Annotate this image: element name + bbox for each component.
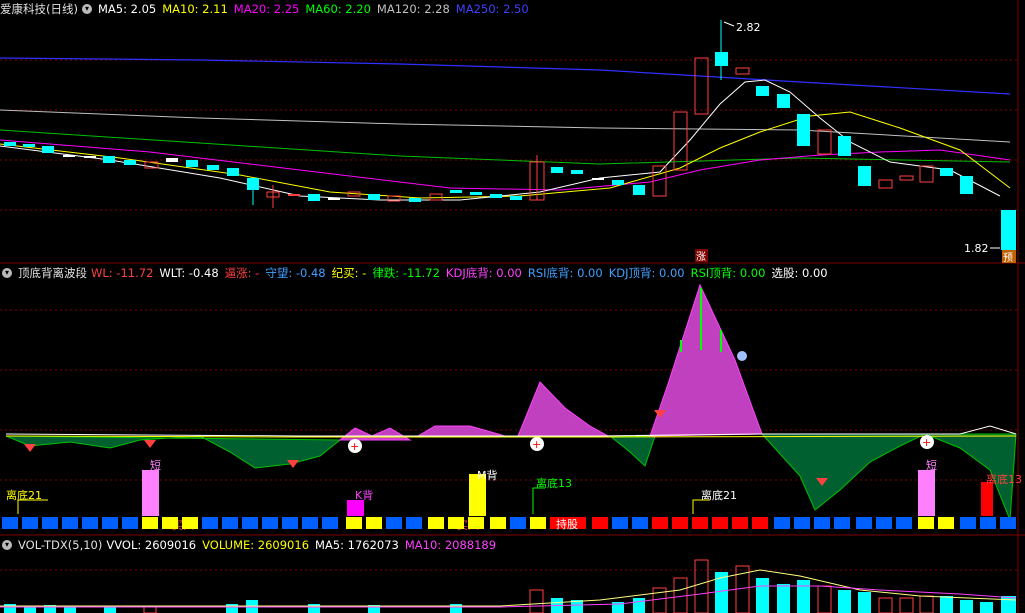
high-price-label: 2.82 xyxy=(736,21,761,34)
signal-lidi13-a: 离底13 xyxy=(536,476,572,490)
state-blocks xyxy=(2,517,1016,529)
signal-lidi21-a: 离底21 xyxy=(6,488,42,502)
yu-tag-label: 预 xyxy=(1003,252,1013,264)
svg-text:+: + xyxy=(922,436,931,449)
signal-duan-a: 短 xyxy=(150,458,161,472)
zhang-tag-label: 涨 xyxy=(696,251,706,263)
candlesticks xyxy=(4,20,1016,250)
high-marker-line xyxy=(723,21,735,27)
ma250-line xyxy=(0,57,1011,95)
svg-text:+: + xyxy=(350,440,359,453)
ma60-line xyxy=(0,129,1011,165)
signal-hold: 持股 xyxy=(556,517,578,531)
signal-lidi13-b: 离底13 xyxy=(986,472,1022,486)
signal-mbei: M背 xyxy=(477,468,498,482)
low-price-label: 1.82 xyxy=(964,242,989,255)
signal-duan-b: 短 xyxy=(926,458,937,472)
signal-kbei: K背 xyxy=(355,488,373,502)
signal-lidi21-b: 离底21 xyxy=(701,488,737,502)
chart-canvas[interactable]: 2.82 1.82 涨 预 + + + 离底21 短 K背 M背 离底13 离底… xyxy=(0,0,1025,613)
svg-text:+: + xyxy=(532,438,541,451)
